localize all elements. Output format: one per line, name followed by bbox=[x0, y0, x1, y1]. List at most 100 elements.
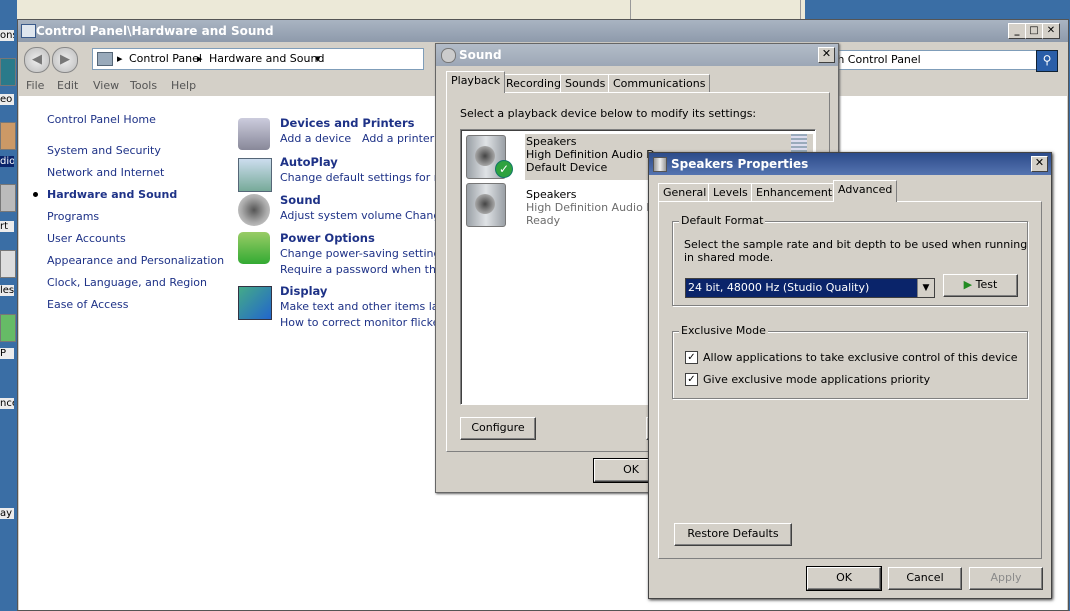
chevron-right-icon[interactable]: ▸ bbox=[197, 52, 203, 65]
speaker-icon bbox=[653, 157, 667, 172]
apply-button[interactable]: Apply bbox=[969, 567, 1043, 590]
chevron-right-icon[interactable]: ▸ bbox=[117, 52, 123, 65]
close-button[interactable]: ✕ bbox=[1042, 23, 1060, 39]
speakers-title: Speakers Properties bbox=[671, 157, 809, 171]
test-button[interactable]: ▶ Test bbox=[943, 274, 1018, 297]
breadcrumb-hardware-and-sound[interactable]: Hardware and Sound bbox=[209, 52, 324, 65]
device-desc: High Definition Audio D bbox=[526, 201, 655, 214]
device-name[interactable]: Speakers bbox=[526, 135, 576, 148]
sound-icon bbox=[238, 194, 270, 226]
power-saving-link[interactable]: Change power-saving settings bbox=[280, 247, 446, 260]
text-larger-link[interactable]: Make text and other items larger bbox=[280, 300, 461, 313]
device-status: Default Device bbox=[526, 161, 608, 174]
nav-control-panel-home[interactable]: Control Panel Home bbox=[47, 113, 156, 126]
menu-edit[interactable]: Edit bbox=[57, 79, 78, 92]
control-panel-icon bbox=[21, 24, 36, 38]
tab-advanced[interactable]: Advanced bbox=[833, 180, 898, 202]
autoplay-title[interactable]: AutoPlay bbox=[280, 155, 338, 169]
add-device-link[interactable]: Add a device bbox=[280, 132, 351, 145]
power-icon bbox=[238, 232, 270, 264]
desktop-icon-label: P bbox=[0, 348, 14, 359]
tab-recording[interactable]: Recording bbox=[501, 74, 567, 93]
add-printer-link[interactable]: Add a printer bbox=[362, 132, 434, 145]
minimize-button[interactable]: _ bbox=[1008, 23, 1026, 39]
sound-icon bbox=[441, 48, 456, 63]
power-options-title[interactable]: Power Options bbox=[280, 231, 375, 245]
device-desc: High Definition Audio D bbox=[526, 148, 655, 161]
tab-levels[interactable]: Levels bbox=[708, 183, 753, 202]
playback-instruction: Select a playback device below to modify… bbox=[460, 107, 757, 120]
configure-button[interactable]: Configure bbox=[460, 417, 536, 440]
adjust-volume-link[interactable]: Adjust system volume bbox=[280, 209, 402, 222]
menu-help[interactable]: Help bbox=[171, 79, 196, 92]
nav-programs[interactable]: Programs bbox=[47, 210, 99, 223]
tab-general[interactable]: General bbox=[658, 183, 712, 202]
require-password-link[interactable]: Require a password when the co bbox=[280, 263, 459, 276]
search-placeholder: rch Control Panel bbox=[827, 53, 921, 66]
exclusive-control-checkbox[interactable]: ✓ bbox=[685, 351, 698, 364]
search-icon[interactable]: ⚲ bbox=[1036, 50, 1058, 72]
sound-titlebar[interactable]: Sound ✕ bbox=[436, 44, 838, 66]
menu-file[interactable]: File bbox=[26, 79, 44, 92]
autoplay-icon bbox=[238, 158, 272, 192]
default-format-group: Default Format Select the sample rate an… bbox=[672, 214, 1028, 306]
close-button[interactable]: ✕ bbox=[818, 47, 835, 63]
device-name[interactable]: Speakers bbox=[526, 188, 576, 201]
printer-icon bbox=[238, 118, 270, 150]
level-meter-icon bbox=[791, 134, 807, 154]
tab-enhancements[interactable]: Enhancements bbox=[751, 183, 843, 202]
tab-playback[interactable]: Playback bbox=[446, 71, 506, 93]
nav-appearance[interactable]: Appearance and Personalization bbox=[47, 254, 224, 267]
nav-hardware-sound[interactable]: Hardware and Sound bbox=[47, 188, 177, 201]
exclusive-control-label[interactable]: Allow applications to take exclusive con… bbox=[703, 351, 1018, 364]
speakers-properties-dialog: Speakers Properties ✕ General Levels Enh… bbox=[648, 152, 1052, 599]
speakers-titlebar[interactable]: Speakers Properties ✕ bbox=[649, 153, 1051, 175]
restore-defaults-button[interactable]: Restore Defaults bbox=[674, 523, 792, 546]
nav-clock-language[interactable]: Clock, Language, and Region bbox=[47, 276, 207, 289]
chevron-down-icon[interactable]: ▾ bbox=[315, 52, 321, 65]
breadcrumb-control-panel[interactable]: Control Panel bbox=[129, 52, 202, 65]
chevron-down-icon[interactable]: ▼ bbox=[917, 279, 934, 297]
play-icon: ▶ bbox=[963, 278, 973, 291]
address-bar[interactable]: ▸ Control Panel ▸ Hardware and Sound ▾ bbox=[92, 48, 424, 70]
desktop-icon-label: ons bbox=[0, 30, 14, 41]
desktop-icon[interactable] bbox=[0, 250, 16, 278]
exclusive-mode-label: Exclusive Mode bbox=[679, 324, 768, 337]
back-button[interactable]: ◀ bbox=[24, 47, 50, 73]
tab-communications[interactable]: Communications bbox=[608, 74, 711, 93]
nav-system-security[interactable]: System and Security bbox=[47, 144, 161, 157]
display-title[interactable]: Display bbox=[280, 284, 327, 298]
default-check-icon: ✓ bbox=[495, 160, 513, 178]
search-input[interactable]: rch Control Panel bbox=[823, 50, 1037, 70]
format-dropdown[interactable]: 24 bit, 48000 Hz (Studio Quality) ▼ bbox=[685, 278, 935, 298]
exclusive-priority-checkbox[interactable]: ✓ bbox=[685, 373, 698, 386]
desktop-icon[interactable] bbox=[0, 122, 16, 150]
tab-sounds[interactable]: Sounds bbox=[560, 74, 611, 93]
test-label: Test bbox=[975, 278, 998, 291]
close-button[interactable]: ✕ bbox=[1031, 156, 1048, 172]
nav-ease-of-access[interactable]: Ease of Access bbox=[47, 298, 128, 311]
desktop-icon[interactable] bbox=[0, 58, 16, 86]
speaker-icon bbox=[466, 183, 506, 227]
format-description-line1: Select the sample rate and bit depth to … bbox=[684, 238, 1028, 251]
maximize-button[interactable]: □ bbox=[1025, 23, 1043, 39]
desktop-icon-label: rt bbox=[0, 221, 14, 232]
devices-printers-title[interactable]: Devices and Printers bbox=[280, 116, 414, 130]
cancel-button[interactable]: Cancel bbox=[888, 567, 962, 590]
desktop-icon-label: ay t bbox=[0, 508, 14, 519]
nav-network-internet[interactable]: Network and Internet bbox=[47, 166, 164, 179]
desktop-icon[interactable] bbox=[0, 314, 16, 342]
exclusive-priority-label[interactable]: Give exclusive mode applications priorit… bbox=[703, 373, 930, 386]
desktop-icon[interactable] bbox=[0, 184, 16, 212]
forward-button[interactable]: ▶ bbox=[52, 47, 78, 73]
nav-user-accounts[interactable]: User Accounts bbox=[47, 232, 126, 245]
ok-button[interactable]: OK bbox=[806, 566, 882, 591]
sound-title[interactable]: Sound bbox=[280, 193, 321, 207]
format-selected-value: 24 bit, 48000 Hz (Studio Quality) bbox=[688, 281, 870, 294]
sound-title: Sound bbox=[459, 48, 502, 62]
control-panel-titlebar[interactable]: Control Panel\Hardware and Sound _ □ ✕ bbox=[18, 20, 1068, 42]
menu-view[interactable]: View bbox=[93, 79, 119, 92]
menu-tools[interactable]: Tools bbox=[130, 79, 157, 92]
display-icon bbox=[238, 286, 272, 320]
window-title: Control Panel\Hardware and Sound bbox=[36, 24, 274, 38]
